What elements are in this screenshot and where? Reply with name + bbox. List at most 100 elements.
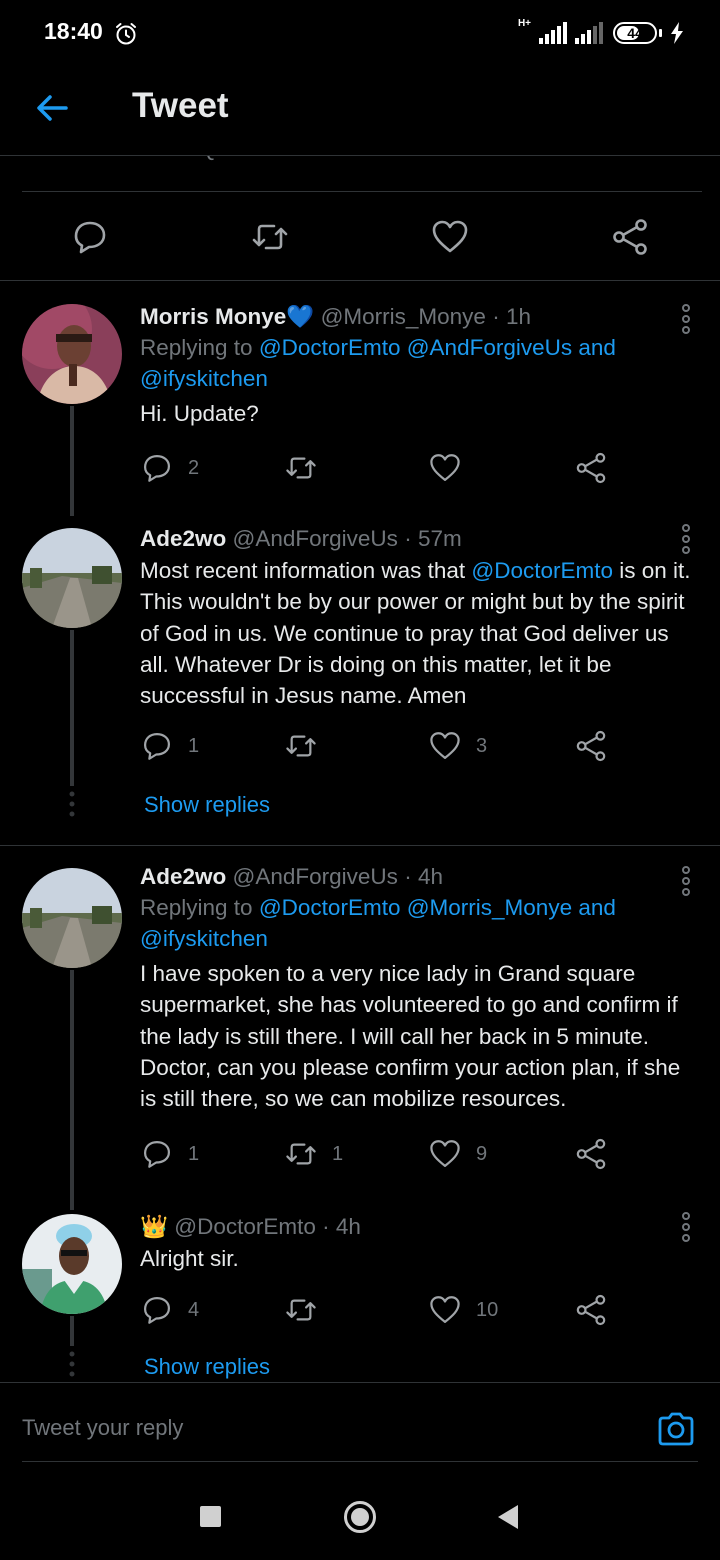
reply-button[interactable]: 2	[140, 448, 199, 488]
retweet-count: 1	[332, 1142, 344, 1165]
back-button[interactable]	[496, 1503, 520, 1531]
retweet-icon	[286, 457, 316, 479]
tweet-text-part: Most recent information was that	[140, 558, 472, 583]
reply-count: 4	[188, 1298, 200, 1321]
reply-button[interactable]: 1	[140, 726, 199, 766]
retweet-icon	[286, 1299, 316, 1321]
reply-composer: Tweet your reply	[0, 1382, 720, 1474]
like-button[interactable]	[428, 448, 462, 488]
show-replies-link[interactable]: Show replies	[144, 1354, 270, 1380]
avatar[interactable]	[22, 528, 122, 628]
recents-button[interactable]	[200, 1506, 221, 1527]
share-icon[interactable]	[610, 217, 650, 257]
tweet-author-handle[interactable]: @DoctorEmto	[174, 1214, 316, 1239]
tweet-author-handle[interactable]: @AndForgiveUs	[233, 526, 398, 551]
replying-and: and	[572, 895, 616, 920]
avatar[interactable]	[22, 304, 122, 404]
battery-level: 44	[627, 25, 643, 41]
like-icon	[430, 1296, 460, 1324]
tweet-actions: 4 10	[140, 1290, 620, 1330]
more-options-icon[interactable]	[682, 304, 692, 334]
retweet-button[interactable]	[284, 726, 318, 766]
retweet-button[interactable]	[284, 1290, 318, 1330]
signal-icon-2	[575, 22, 603, 44]
like-button[interactable]: 3	[428, 726, 487, 766]
reply-icon	[143, 732, 171, 760]
like-button[interactable]: 9	[428, 1134, 487, 1174]
share-button[interactable]	[574, 726, 608, 766]
show-replies-link[interactable]: Show replies	[144, 792, 270, 818]
more-options-icon[interactable]	[682, 1212, 692, 1242]
avatar[interactable]	[22, 868, 122, 968]
like-icon[interactable]	[430, 217, 470, 257]
reply-icon[interactable]	[70, 217, 110, 257]
avatar[interactable]	[22, 1214, 122, 1314]
reply-tweet[interactable]: Ade2wo @AndForgiveUs · 57m Most recent i…	[0, 512, 720, 844]
reply-tweet[interactable]: Ade2wo @AndForgiveUs · 4h Replying to @D…	[0, 846, 720, 1210]
reply-tweet[interactable]: Morris Monye💙 @Morris_Monye · 1h Replyin…	[0, 282, 720, 516]
page-title: Tweet	[132, 86, 229, 125]
tweet-actions: 1 3	[140, 726, 620, 766]
retweet-icon	[286, 735, 316, 757]
charging-icon	[671, 22, 683, 44]
share-button[interactable]	[574, 1290, 608, 1330]
retweet-icon[interactable]	[250, 217, 290, 257]
tweet-author-handle[interactable]: @AndForgiveUs	[233, 864, 398, 889]
battery-icon: 44	[613, 22, 657, 44]
replying-prefix: Replying to	[140, 335, 259, 360]
like-icon	[430, 732, 460, 760]
retweet-icon	[286, 1143, 316, 1165]
tweet-author-handle[interactable]: @Morris_Monye	[321, 304, 486, 329]
replying-and: and	[572, 335, 616, 360]
reply-button[interactable]: 4	[140, 1290, 199, 1330]
home-button[interactable]	[343, 1500, 377, 1534]
tweet-text: Hi. Update?	[140, 401, 259, 426]
reply-count: 1	[188, 734, 200, 757]
tweet-author-name[interactable]: Ade2wo	[140, 864, 226, 889]
more-options-icon[interactable]	[682, 524, 692, 554]
like-count: 3	[476, 734, 488, 757]
tweet-text: I have spoken to a very nice lady in Gra…	[140, 961, 681, 1112]
share-button[interactable]	[574, 1134, 608, 1174]
replying-to-link[interactable]: @ifyskitchen	[140, 926, 268, 951]
tweet-author-name[interactable]: 👑	[140, 1214, 168, 1239]
replying-to: Replying to @DoctorEmto @Morris_Monye an…	[140, 892, 700, 954]
replying-to-link[interactable]: @DoctorEmto @AndForgiveUs	[259, 335, 572, 360]
like-count: 9	[476, 1142, 488, 1165]
tweet-time: · 4h	[404, 864, 443, 889]
more-options-icon[interactable]	[682, 866, 692, 896]
system-nav-bar	[0, 1474, 720, 1560]
reply-icon	[143, 454, 171, 482]
tweet-author-name[interactable]: Morris Monye💙	[140, 304, 314, 329]
share-button[interactable]	[574, 448, 608, 488]
status-icons: H+ 44	[518, 18, 684, 46]
back-arrow-icon[interactable]	[32, 88, 72, 128]
reply-count: 2	[188, 456, 200, 479]
reply-button[interactable]: 1	[140, 1134, 199, 1174]
status-time: 18:40	[44, 18, 103, 44]
thread-dots-icon	[69, 791, 75, 817]
replying-to-link[interactable]: @DoctorEmto @Morris_Monye	[259, 895, 572, 920]
share-icon	[576, 1138, 606, 1170]
replying-to-link[interactable]: @ifyskitchen	[140, 366, 268, 391]
main-tweet-actions	[0, 193, 720, 281]
tweet-text: Alright sir.	[140, 1246, 239, 1271]
tweet-time: · 57m	[404, 526, 462, 551]
tweet-actions: 1 1 9	[140, 1134, 620, 1174]
alarm-icon	[116, 23, 136, 45]
like-button[interactable]: 10	[428, 1290, 498, 1330]
tweet-author-name[interactable]: Ade2wo	[140, 526, 226, 551]
replying-to: Replying to @DoctorEmto @AndForgiveUs an…	[140, 332, 700, 394]
mention-link[interactable]: @DoctorEmto	[471, 558, 613, 583]
camera-icon[interactable]	[656, 1409, 696, 1449]
retweet-button[interactable]: 1	[284, 1134, 343, 1174]
like-icon	[430, 1140, 460, 1168]
reply-input[interactable]: Tweet your reply	[22, 1415, 183, 1441]
reply-count: 1	[188, 1142, 200, 1165]
reply-tweet[interactable]: 👑 @DoctorEmto · 4h Alright sir. 4 10 Sho…	[0, 1206, 720, 1382]
like-icon	[430, 454, 460, 482]
reply-icon	[143, 1140, 171, 1168]
share-icon	[576, 1294, 606, 1326]
retweet-button[interactable]	[284, 448, 318, 488]
status-bar: 18:40 H+ 44	[0, 0, 720, 66]
